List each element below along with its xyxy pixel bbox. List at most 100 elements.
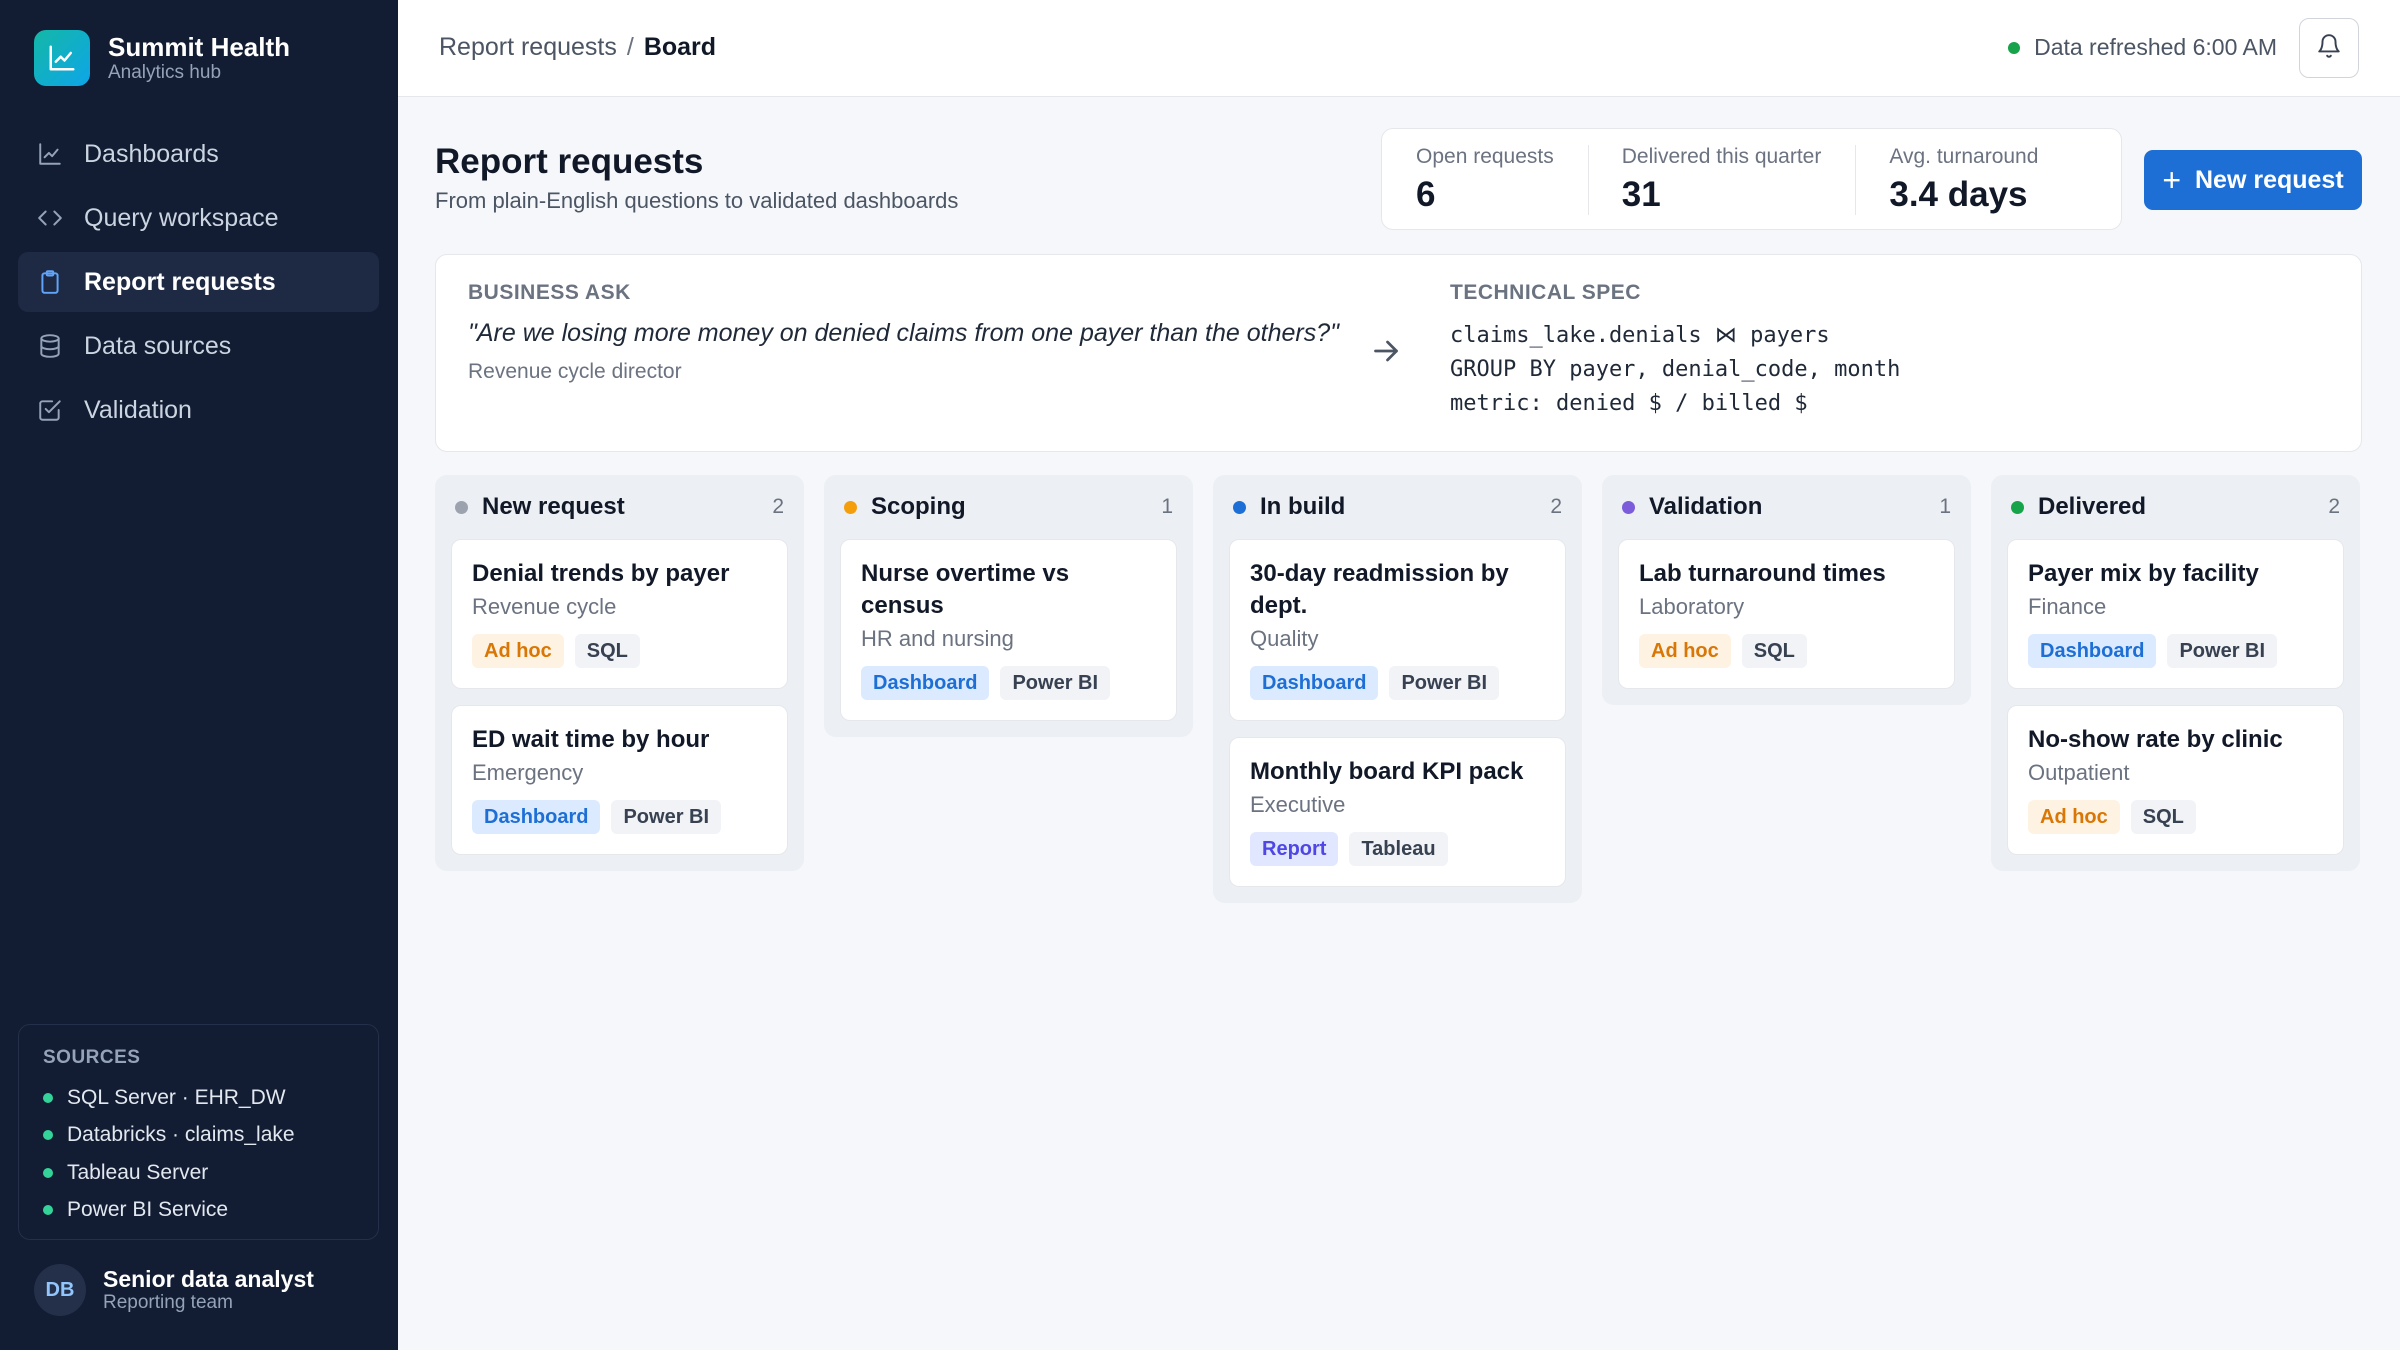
type-tag: Dashboard — [472, 800, 601, 834]
column-title: Delivered — [2038, 493, 2147, 520]
column-count: 2 — [772, 495, 784, 518]
spec-line: metric: denied $ / billed $ — [1450, 391, 1808, 416]
request-card[interactable]: Denial trends by payer Revenue cycle Ad … — [451, 539, 788, 689]
sidebar-item-validation[interactable]: Validation — [18, 380, 379, 440]
card-department: Emergency — [472, 760, 584, 785]
avatar: DB — [34, 1264, 86, 1316]
breadcrumb: Report requests / Board — [439, 33, 716, 62]
page-title: Report requests — [435, 142, 704, 181]
user-profile[interactable]: DB Senior data analyst Reporting team — [34, 1264, 314, 1316]
technical-spec-code: claims_lake.denials ⋈ payers GROUP BY pa… — [1450, 319, 1900, 421]
column-count: 1 — [1161, 495, 1173, 518]
column-scoping: Scoping 1 Nurse overtime vs census HR an… — [824, 475, 1193, 737]
user-team: Reporting team — [103, 1292, 233, 1313]
request-card[interactable]: ED wait time by hour Emergency Dashboard… — [451, 705, 788, 855]
status-dot — [43, 1167, 53, 1178]
source-label: SQL Server · EHR_DW — [67, 1085, 286, 1109]
status-dot — [43, 1205, 53, 1216]
column-header: Validation 1 — [1618, 475, 1955, 539]
card-department: HR and nursing — [861, 626, 1014, 651]
breadcrumb-separator: / — [626, 33, 634, 61]
request-translation-card: BUSINESS ASK "Are we losing more money o… — [435, 254, 2362, 452]
brand[interactable]: Summit Health Analytics hub — [34, 30, 290, 86]
stat-label: Avg. turnaround — [1889, 145, 2039, 168]
status-dot — [455, 500, 468, 514]
business-ask: BUSINESS ASK "Are we losing more money o… — [468, 281, 1348, 384]
source-item[interactable]: Power BI Service — [43, 1192, 354, 1230]
column-title: Scoping — [871, 493, 966, 520]
source-item[interactable]: Databricks · claims_lake — [43, 1117, 354, 1155]
sidebar-item-data-sources[interactable]: Data sources — [18, 316, 379, 376]
notifications-button[interactable] — [2299, 18, 2359, 78]
check-square-icon — [36, 396, 64, 424]
new-request-button[interactable]: + New request — [2144, 150, 2362, 210]
card-title: Nurse overtime vs census — [861, 560, 1070, 619]
sidebar-item-label: Validation — [84, 395, 192, 424]
column-validation: Validation 1 Lab turnaround times Labora… — [1602, 475, 1971, 705]
request-card[interactable]: No-show rate by clinic Outpatient Ad hoc… — [2007, 705, 2344, 855]
request-card[interactable]: Lab turnaround times Laboratory Ad hoc S… — [1618, 539, 1955, 689]
stat-value: 31 — [1621, 175, 1661, 214]
breadcrumb-parent[interactable]: Report requests — [439, 33, 617, 62]
topbar: Report requests / Board Data refreshed 6… — [398, 0, 2400, 97]
stat-label: Open requests — [1416, 145, 1554, 168]
request-card[interactable]: 30-day readmission by dept. Quality Dash… — [1229, 539, 1566, 721]
status-dot — [43, 1130, 53, 1141]
column-title: New request — [482, 493, 625, 520]
column-title: Validation — [1649, 493, 1763, 520]
card-title: Payer mix by facility — [2028, 560, 2259, 587]
type-tag: Dashboard — [861, 666, 990, 700]
line-chart-icon — [36, 140, 64, 168]
status-dot — [844, 500, 857, 514]
status-dot — [2011, 500, 2024, 514]
spec-line: GROUP BY payer, denial_code, month — [1450, 357, 1901, 382]
spec-line: claims_lake.denials ⋈ payers — [1450, 323, 1830, 348]
column-header: New request 2 — [451, 475, 788, 539]
type-tag: Ad hoc — [2028, 800, 2120, 834]
tool-tag: Power BI — [1389, 666, 1500, 700]
sidebar-item-query-workspace[interactable]: Query workspace — [18, 188, 379, 248]
stat-value: 3.4 days — [1889, 175, 2028, 214]
request-card[interactable]: Payer mix by facility Finance Dashboard … — [2007, 539, 2344, 689]
sidebar-item-dashboards[interactable]: Dashboards — [18, 124, 379, 184]
card-title: Monthly board KPI pack — [1250, 758, 1524, 785]
type-tag: Ad hoc — [472, 634, 564, 668]
card-department: Finance — [2028, 594, 2107, 619]
stats-panel: Open requests 6 Delivered this quarter 3… — [1381, 128, 2122, 230]
source-item[interactable]: SQL Server · EHR_DW — [43, 1079, 354, 1117]
column-header: In build 2 — [1229, 475, 1566, 539]
source-label: Power BI Service — [67, 1198, 229, 1222]
page-subtitle: From plain-English questions to validate… — [435, 188, 959, 213]
type-tag: Report — [1250, 832, 1339, 866]
source-label: Databricks · claims_lake — [67, 1123, 295, 1147]
clipboard-icon — [36, 268, 64, 296]
business-ask-requester: Revenue cycle director — [468, 360, 682, 383]
card-title: No-show rate by clinic — [2028, 726, 2283, 753]
database-icon — [36, 332, 64, 360]
business-ask-quote: "Are we losing more money on denied clai… — [468, 319, 1339, 347]
sidebar: Summit Health Analytics hub Dashboards Q… — [0, 0, 398, 1350]
tool-tag: SQL — [1741, 634, 1807, 668]
card-title: ED wait time by hour — [472, 726, 710, 753]
technical-spec-label: TECHNICAL SPEC — [1450, 281, 1641, 304]
sidebar-nav: Dashboards Query workspace Report reques… — [18, 124, 379, 444]
stat-label: Delivered this quarter — [1621, 145, 1822, 168]
request-card[interactable]: Monthly board KPI pack Executive Report … — [1229, 737, 1566, 887]
sources-title: SOURCES — [43, 1047, 141, 1068]
line-chart-icon — [34, 30, 90, 86]
request-card[interactable]: Nurse overtime vs census HR and nursing … — [840, 539, 1177, 721]
card-title: Lab turnaround times — [1639, 560, 1886, 587]
tool-tag: SQL — [574, 634, 640, 668]
card-title: Denial trends by payer — [472, 560, 730, 587]
kanban-board: New request 2 Denial trends by payer Rev… — [435, 475, 2362, 903]
sidebar-item-report-requests[interactable]: Report requests — [18, 252, 379, 312]
plus-icon: + — [2162, 162, 2181, 198]
column-delivered: Delivered 2 Payer mix by facility Financ… — [1991, 475, 2360, 871]
arrow-right-icon — [1368, 333, 1404, 369]
status-dot — [2008, 41, 2021, 54]
breadcrumb-current: Board — [643, 33, 717, 61]
source-item[interactable]: Tableau Server — [43, 1154, 354, 1192]
tool-tag: Power BI — [611, 800, 722, 834]
type-tag: Dashboard — [1250, 666, 1379, 700]
column-title: In build — [1260, 493, 1346, 520]
